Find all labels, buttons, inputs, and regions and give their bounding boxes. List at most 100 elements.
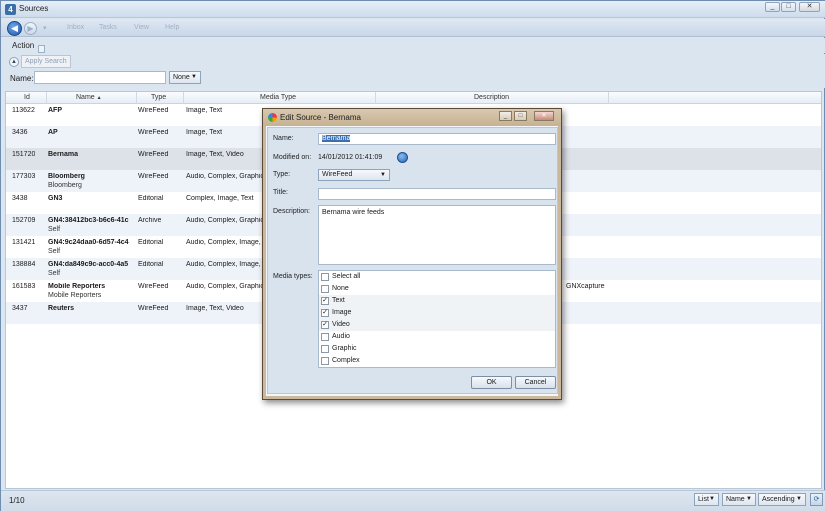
column-header-description[interactable]: Description xyxy=(474,94,509,101)
cell-name-subtitle: Bloomberg xyxy=(48,182,82,189)
cell-type: WireFeed xyxy=(138,151,169,158)
cell-id: 152709 xyxy=(12,217,36,224)
media-type-label: Video xyxy=(332,321,350,328)
ok-button[interactable]: OK xyxy=(471,376,512,389)
media-type-option[interactable]: ✓ Video xyxy=(319,319,555,331)
cell-name: GN4:38412bc3-b6c6-41c xyxy=(48,217,129,224)
menu-item-help[interactable]: Help xyxy=(165,24,179,31)
filter-select-value: None xyxy=(173,74,190,81)
menu-item-inbox[interactable]: Inbox xyxy=(67,24,84,31)
cell-name: GN4:9c24daa0-6d57-4c4 xyxy=(48,239,129,246)
media-types-label: Media types: xyxy=(273,273,313,280)
cell-type: Editorial xyxy=(138,195,164,202)
view-mode-select[interactable]: List ▼ xyxy=(694,493,719,506)
name-filter-label: Name: xyxy=(10,74,34,83)
name-search-input[interactable] xyxy=(34,71,166,84)
title-field[interactable] xyxy=(318,188,556,200)
cell-name: GN4:da849c9c-acc0-4a5 xyxy=(48,261,129,268)
back-arrow-icon[interactable]: ◀ xyxy=(7,21,22,36)
name-field[interactable]: Bernama xyxy=(318,133,556,145)
description-field[interactable]: Bernama wire feeds xyxy=(318,205,556,265)
media-type-label: Graphic xyxy=(332,345,357,352)
cell-type: WireFeed xyxy=(138,305,169,312)
cell-description: GNXcapture xyxy=(566,283,605,290)
cell-id: 3438 xyxy=(12,195,28,202)
checkbox-checked-icon[interactable]: ✓ xyxy=(321,297,329,305)
description-label: Description: xyxy=(273,208,310,215)
column-header-name-label: Name xyxy=(76,94,95,101)
menu-item-view[interactable]: View xyxy=(134,24,149,31)
cell-id: 3436 xyxy=(12,129,28,136)
minimize-icon[interactable]: _ xyxy=(765,2,780,12)
sort-field-select[interactable]: Name ▼ xyxy=(722,493,756,506)
sort-order-select[interactable]: Ascending ▼ xyxy=(758,493,806,506)
forward-arrow-icon[interactable]: ▶ xyxy=(24,22,37,35)
menu-item-dropdown[interactable]: ▾ xyxy=(43,24,47,32)
type-select[interactable]: WireFeed ▼ xyxy=(318,169,390,181)
media-type-label: Select all xyxy=(332,273,361,280)
menu-bar: ◀ ▶ ▾ Inbox Tasks View Help xyxy=(1,19,825,37)
chevron-down-icon: ▼ xyxy=(380,172,386,178)
media-type-option[interactable]: None xyxy=(319,283,555,295)
media-type-option[interactable]: ✓ Image xyxy=(319,307,555,319)
refresh-icon[interactable]: ⟳ xyxy=(810,493,823,506)
globe-info-icon[interactable] xyxy=(397,152,408,163)
maximize-icon[interactable]: □ xyxy=(781,2,796,12)
app-logo-icon xyxy=(268,113,277,122)
column-header-id[interactable]: Id xyxy=(24,94,30,101)
close-icon[interactable]: ✕ xyxy=(534,111,554,121)
edit-source-dialog: Edit Source - Bernama _ □ ✕ Name: Bernam… xyxy=(262,108,562,400)
cell-name-subtitle: Self xyxy=(48,248,61,255)
cell-type: Editorial xyxy=(138,239,164,246)
media-type-option[interactable]: Graphic xyxy=(319,343,555,355)
record-count: 1/10 xyxy=(9,496,25,505)
cancel-button[interactable]: Cancel xyxy=(515,376,556,389)
grid-header: Id Name ▲ Type Media Type Description xyxy=(6,92,821,104)
media-type-label: Image xyxy=(332,309,352,316)
cell-type: Editorial xyxy=(138,261,164,268)
close-icon[interactable]: ✕ xyxy=(799,2,820,12)
checkbox-icon[interactable] xyxy=(321,357,329,365)
media-type-option[interactable]: ✓ Text xyxy=(319,295,555,307)
checkbox-checked-icon[interactable]: ✓ xyxy=(321,309,329,317)
media-type-label: Audio xyxy=(332,333,350,340)
media-type-option[interactable]: Audio xyxy=(319,331,555,343)
media-type-option[interactable]: Select all xyxy=(319,271,555,283)
cell-media-type: Image, Text, Video xyxy=(186,151,244,158)
menu-item-tasks[interactable]: Tasks xyxy=(99,24,117,31)
media-type-option[interactable]: Complex xyxy=(319,355,555,367)
chevron-down-icon: ▼ xyxy=(191,74,197,80)
action-menu[interactable]: Action xyxy=(12,41,34,50)
checkbox-icon[interactable] xyxy=(321,285,329,293)
checkbox-icon[interactable] xyxy=(321,333,329,341)
sort-ascending-icon: ▲ xyxy=(96,95,102,101)
cell-name: Bloomberg xyxy=(48,173,85,180)
checkbox-icon[interactable] xyxy=(321,345,329,353)
action-expander-icon[interactable] xyxy=(38,45,45,53)
type-select-value: WireFeed xyxy=(322,171,353,178)
column-header-media-type[interactable]: Media Type xyxy=(260,94,296,101)
collapse-up-icon[interactable]: ▲ xyxy=(9,57,19,67)
cell-media-type: Complex, Image, Text xyxy=(186,195,254,202)
cell-name: Bernama xyxy=(48,151,78,158)
checkbox-checked-icon[interactable]: ✓ xyxy=(321,321,329,329)
sort-field-value: Name xyxy=(726,496,745,503)
cell-id: 138884 xyxy=(12,261,36,268)
column-header-type[interactable]: Type xyxy=(151,94,166,101)
column-header-name[interactable]: Name ▲ xyxy=(76,94,102,101)
cell-type: WireFeed xyxy=(138,107,169,114)
minimize-icon[interactable]: _ xyxy=(499,111,512,121)
cell-name: AFP xyxy=(48,107,62,114)
media-types-list: Select all None ✓ Text ✓ Image ✓ Video Audio Grap… xyxy=(318,270,556,368)
checkbox-icon[interactable] xyxy=(321,273,329,281)
apply-search-button[interactable]: Apply Search xyxy=(21,55,71,68)
filter-select[interactable]: None ▼ xyxy=(169,71,201,84)
cell-media-type: Image, Text xyxy=(186,129,223,136)
cell-type: WireFeed xyxy=(138,283,169,290)
cell-type: WireFeed xyxy=(138,129,169,136)
chevron-down-icon: ▼ xyxy=(796,496,802,502)
cell-media-type: Audio, Complex, Image, xyxy=(186,239,261,246)
sort-order-value: Ascending xyxy=(762,496,795,503)
cell-name-subtitle: Mobile Reporters xyxy=(48,292,102,299)
maximize-icon[interactable]: □ xyxy=(514,111,527,121)
